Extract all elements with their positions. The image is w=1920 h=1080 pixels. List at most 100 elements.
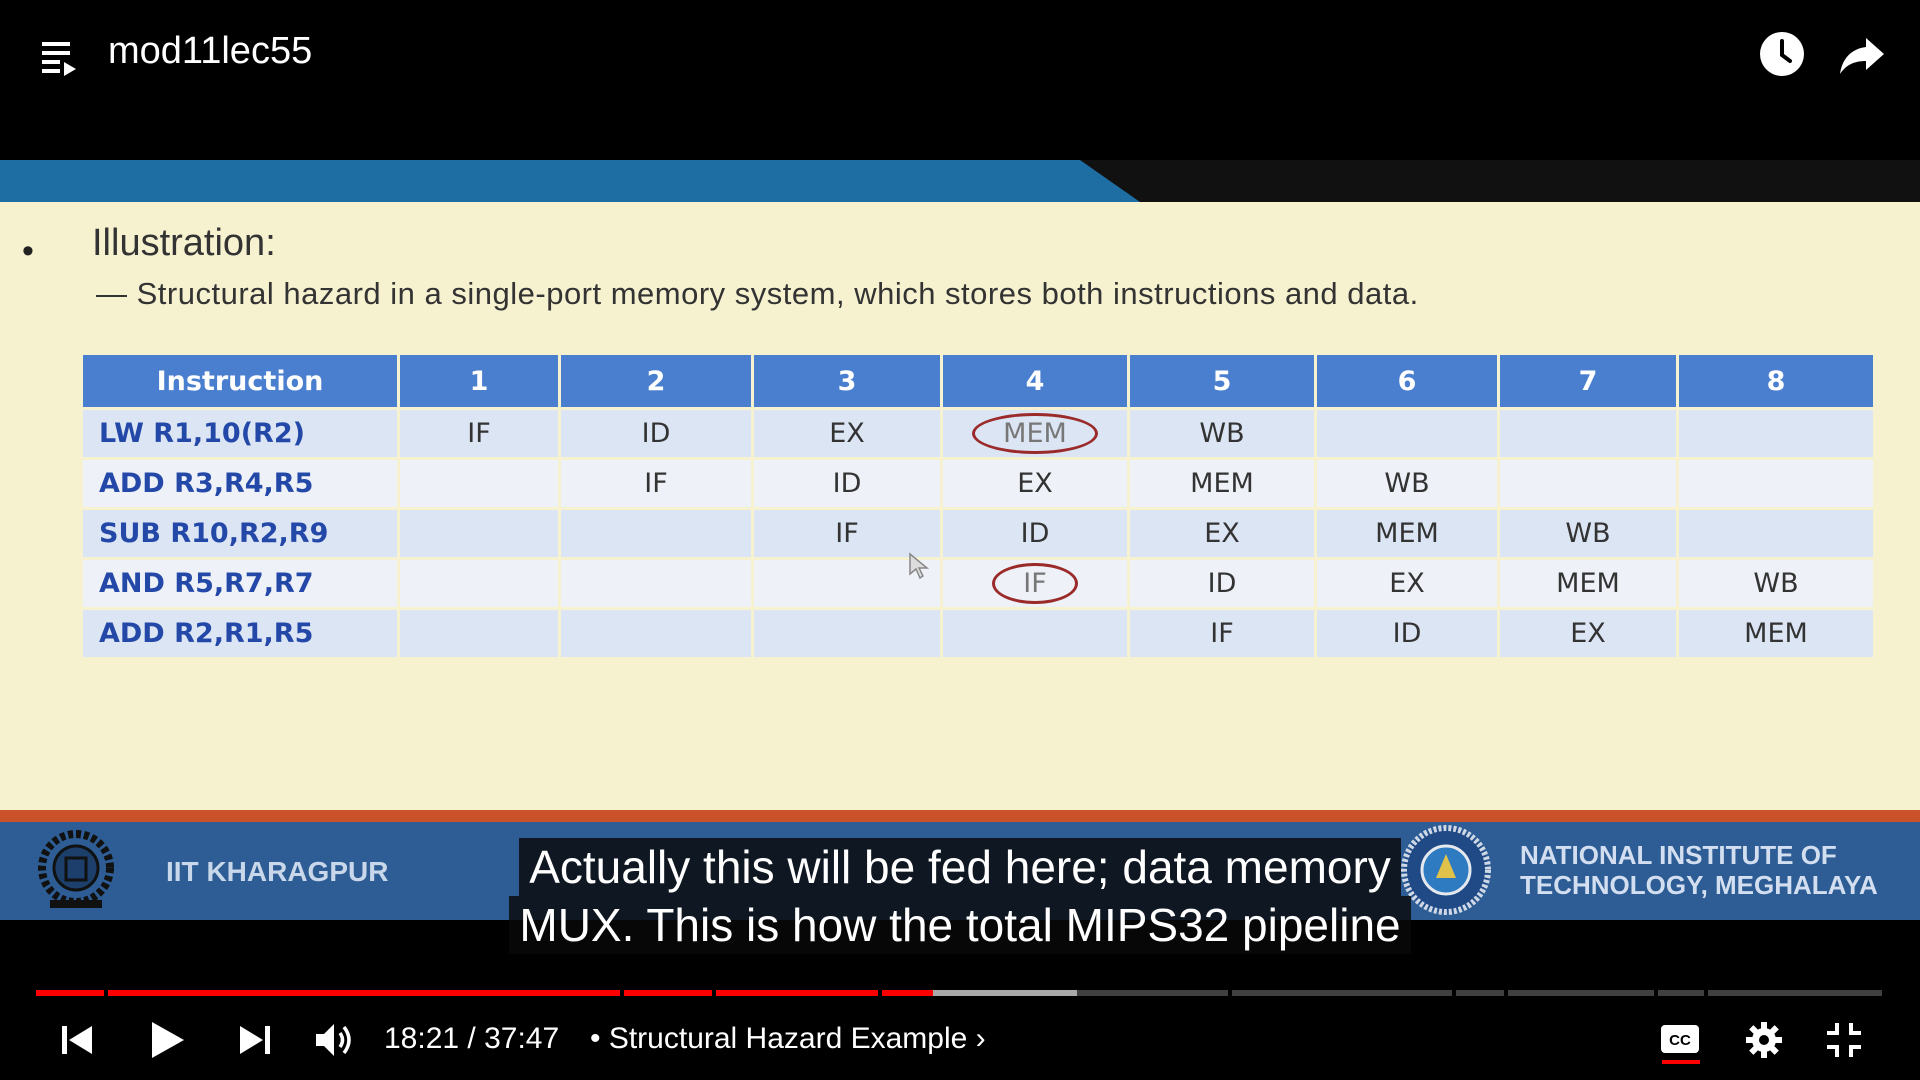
- stage-cell: IF: [754, 510, 940, 557]
- stage-cell: EX: [943, 460, 1127, 507]
- stage-cell: ID: [943, 510, 1127, 557]
- table-row: ADD R2,R1,R5 IF ID EX MEM: [83, 610, 1873, 657]
- stage-cell: [1500, 460, 1676, 507]
- stage-cell: [400, 560, 558, 607]
- stage-cell: [561, 510, 751, 557]
- time-display: 18:21 / 37:47: [384, 1022, 559, 1056]
- stage-cell: MEM: [1500, 560, 1676, 607]
- table-row: ADD R3,R4,R5 IF ID EX MEM WB: [83, 460, 1873, 507]
- current-time: 18:21: [384, 1022, 460, 1055]
- stage-cell: [561, 560, 751, 607]
- instruction-cell: AND R5,R7,R7: [83, 560, 397, 607]
- lecture-slide: • Illustration: — Structural hazard in a…: [0, 160, 1920, 920]
- stage-cell: WB: [1130, 410, 1314, 457]
- play-icon[interactable]: [148, 1018, 188, 1062]
- captions-icon[interactable]: CC: [1660, 1024, 1700, 1054]
- column-header: 8: [1679, 355, 1873, 407]
- slide-footer-divider: [0, 810, 1920, 822]
- chapter-marker: [1228, 990, 1232, 996]
- volume-icon[interactable]: [314, 1020, 358, 1060]
- table-row: AND R5,R7,R7 IF ID EX MEM WB: [83, 560, 1873, 607]
- stage-cell-circled: IF: [943, 560, 1127, 607]
- table-row: SUB R10,R2,R9 IF ID EX MEM WB: [83, 510, 1873, 557]
- column-header: Instruction: [83, 355, 397, 407]
- instruction-cell: ADD R2,R1,R5: [83, 610, 397, 657]
- table-header-row: Instruction 1 2 3 4 5 6 7 8: [83, 355, 1873, 407]
- top-bar: mod11lec55: [0, 0, 1920, 110]
- video-title[interactable]: mod11lec55: [108, 30, 312, 73]
- stage-cell: MEM: [1317, 510, 1497, 557]
- settings-gear-icon[interactable]: [1744, 1020, 1784, 1060]
- stage-cell: EX: [754, 410, 940, 457]
- svg-text:CC: CC: [1669, 1032, 1691, 1049]
- stage-cell: MEM: [1679, 610, 1873, 657]
- slide-banner: [0, 160, 1920, 202]
- stage-cell: ID: [1130, 560, 1314, 607]
- column-header: 1: [400, 355, 558, 407]
- stage-cell: IF: [1130, 610, 1314, 657]
- stage-cell: [943, 610, 1127, 657]
- stage-cell: ID: [561, 410, 751, 457]
- circled-if: IF: [992, 563, 1078, 604]
- slide-subheading: — Structural hazard in a single-port mem…: [96, 276, 1419, 311]
- stage-cell: [1679, 510, 1873, 557]
- stage-cell: [400, 610, 558, 657]
- captions-overlay: Actually this will be fed here; data mem…: [0, 838, 1920, 954]
- stage-cell: EX: [1500, 610, 1676, 657]
- stage-cell: WB: [1317, 460, 1497, 507]
- playlist-icon[interactable]: [40, 38, 80, 78]
- next-icon[interactable]: [236, 1020, 272, 1060]
- column-header: 3: [754, 355, 940, 407]
- chapter-marker: [878, 990, 882, 996]
- stage-cell: ID: [754, 460, 940, 507]
- column-header: 2: [561, 355, 751, 407]
- stage-cell: EX: [1130, 510, 1314, 557]
- stage-cell: ID: [1317, 610, 1497, 657]
- chapter-marker: [712, 990, 716, 996]
- previous-icon[interactable]: [60, 1020, 96, 1060]
- stage-cell: [1679, 460, 1873, 507]
- stage-cell: EX: [1317, 560, 1497, 607]
- stage-cell: [561, 610, 751, 657]
- progress-bar[interactable]: [36, 990, 1882, 996]
- stage-cell: IF: [400, 410, 558, 457]
- stage-cell: WB: [1500, 510, 1676, 557]
- clock-icon[interactable]: [1758, 30, 1806, 78]
- chapter-title: • Structural Hazard Example: [590, 1022, 968, 1055]
- column-header: 7: [1500, 355, 1676, 407]
- column-header: 4: [943, 355, 1127, 407]
- stage-cell: MEM: [1130, 460, 1314, 507]
- duration: 37:47: [484, 1022, 560, 1055]
- table-row: LW R1,10(R2) IF ID EX MEM WB: [83, 410, 1873, 457]
- chapter-title-button[interactable]: • Structural Hazard Example ›: [590, 1022, 986, 1056]
- stage-cell: [1500, 410, 1676, 457]
- instruction-cell: SUB R10,R2,R9: [83, 510, 397, 557]
- pipeline-table: Instruction 1 2 3 4 5 6 7 8 LW R1,10(R2)…: [80, 352, 1876, 660]
- chapter-marker: [1704, 990, 1708, 996]
- stage-cell: [754, 610, 940, 657]
- stage-cell-circled: MEM: [943, 410, 1127, 457]
- time-separator: /: [459, 1022, 485, 1055]
- exit-fullscreen-icon[interactable]: [1824, 1020, 1864, 1060]
- chapter-marker: [1452, 990, 1456, 996]
- progress-played: [36, 990, 934, 996]
- instruction-cell: LW R1,10(R2): [83, 410, 397, 457]
- column-header: 5: [1130, 355, 1314, 407]
- chapter-marker: [1504, 990, 1508, 996]
- circled-mem: MEM: [972, 413, 1098, 454]
- mouse-cursor-icon: [909, 552, 930, 580]
- stage-cell: [400, 510, 558, 557]
- slide-heading: Illustration:: [92, 222, 276, 264]
- share-icon[interactable]: [1838, 34, 1886, 78]
- instruction-cell: ADD R3,R4,R5: [83, 460, 397, 507]
- stage-cell: WB: [1679, 560, 1873, 607]
- stage-cell: [400, 460, 558, 507]
- chapter-marker: [104, 990, 108, 996]
- chevron-right-icon: ›: [975, 1022, 986, 1055]
- captions-active-indicator: [1662, 1060, 1700, 1064]
- slide-banner-blue: [0, 160, 1140, 202]
- bullet-point: •: [22, 232, 34, 270]
- stage-cell: [1317, 410, 1497, 457]
- chapter-marker: [620, 990, 624, 996]
- caption-line-2: MUX. This is how the total MIPS32 pipeli…: [509, 896, 1411, 954]
